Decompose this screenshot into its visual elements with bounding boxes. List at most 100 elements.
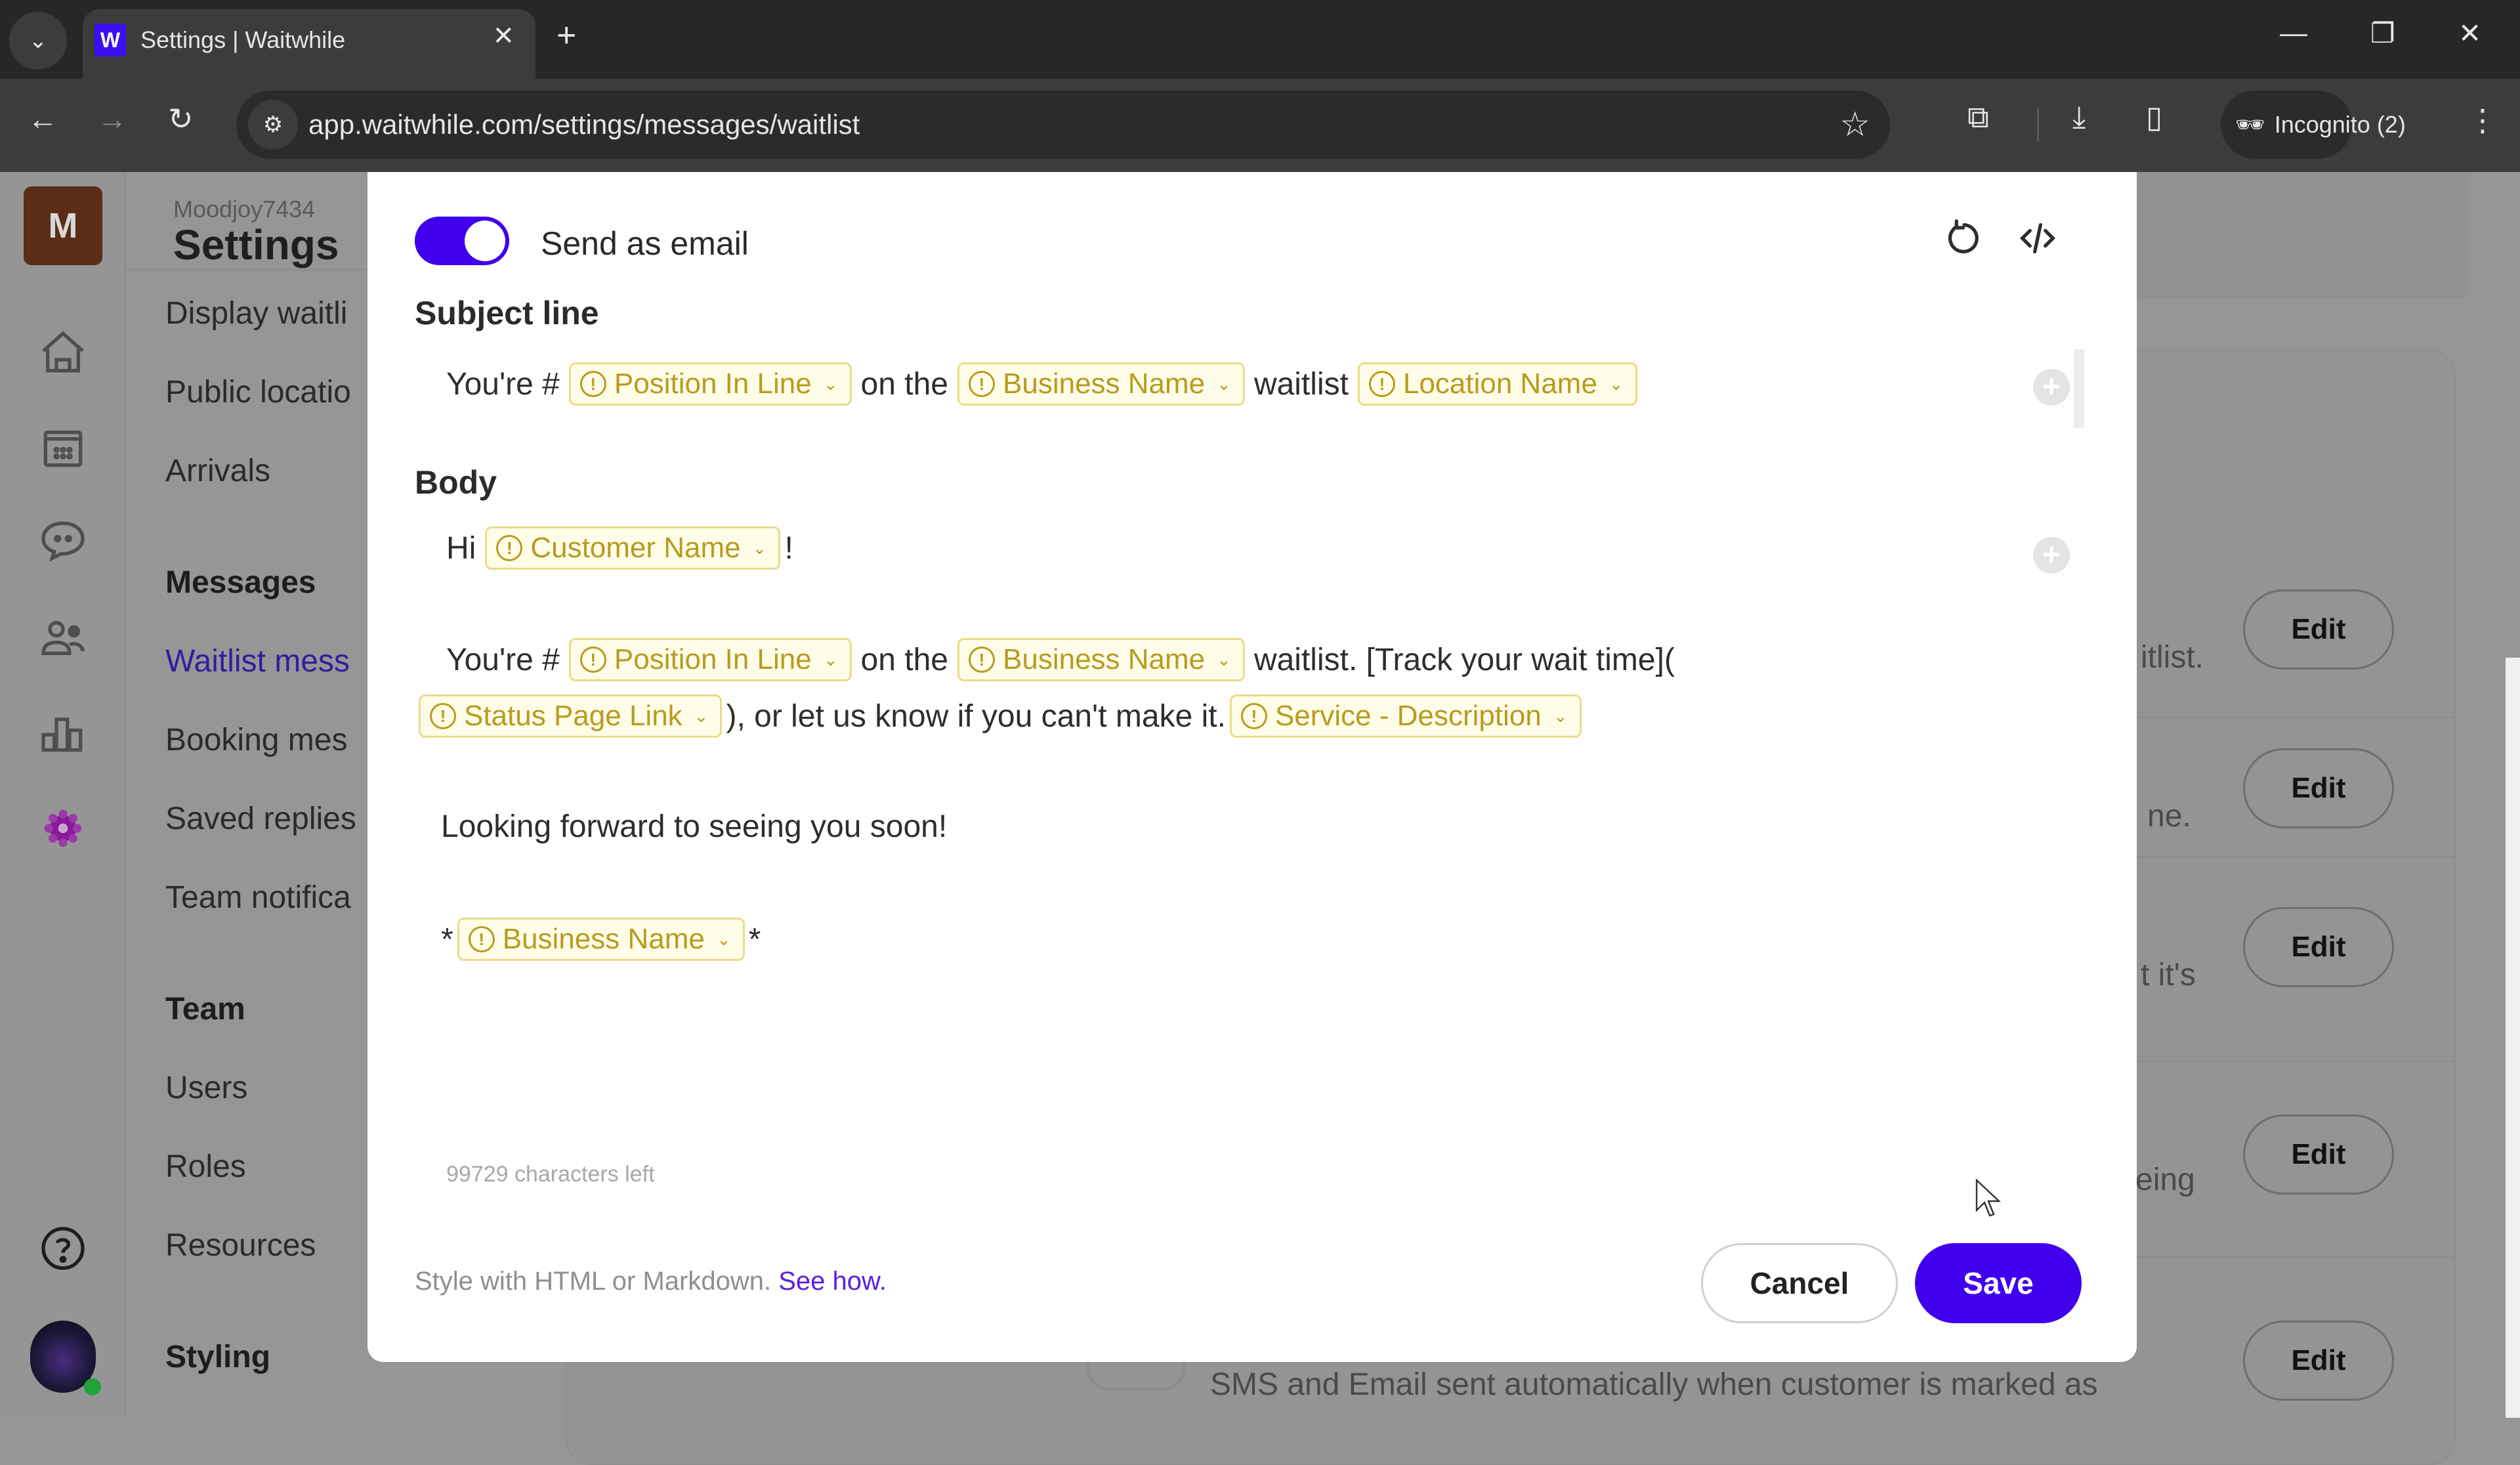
tab-title: Settings | Waitwhile	[140, 26, 346, 53]
minimize-icon[interactable]: —	[2280, 17, 2307, 49]
body-editor[interactable]: Hi ! Customer Name ⌄ ! You're # ! Position …	[415, 520, 2088, 1189]
analytics-icon[interactable]	[37, 706, 89, 759]
waitwhile-favicon-icon: W	[94, 24, 126, 56]
browser-toolbar: ← → ↻ ⚙ app.waitwhile.com/settings/messa…	[0, 79, 2520, 172]
warning-icon: !	[579, 371, 606, 397]
mouse-cursor-icon	[1975, 1179, 2002, 1217]
variable-chip[interactable]: ! Service - Description ⌄	[1229, 694, 1582, 738]
edit-button[interactable]: Edit	[2243, 589, 2394, 669]
subject-scrollbar[interactable]	[2074, 349, 2084, 428]
variable-chip[interactable]: ! Status Page Link ⌄	[419, 694, 723, 738]
subnav-item-public-location[interactable]: Public locatio	[165, 374, 351, 410]
download-icon[interactable]: ⤓	[2072, 98, 2086, 135]
home-icon[interactable]	[37, 327, 89, 379]
subnav-item-resources[interactable]: Resources	[165, 1227, 316, 1263]
chip-label: Location Name	[1402, 368, 1597, 400]
variable-chip[interactable]: ! Customer Name ⌄	[485, 526, 781, 570]
variable-chip[interactable]: ! Business Name ⌄	[957, 638, 1245, 681]
edit-button[interactable]: Edit	[2243, 748, 2394, 828]
row-description: t it's	[2141, 958, 2196, 992]
chevron-down-icon: ⌄	[1553, 706, 1568, 726]
icon-rail: M	[0, 172, 126, 1418]
variable-chip[interactable]: ! Position In Line ⌄	[568, 362, 852, 406]
subject-text: You're #	[446, 366, 560, 402]
warning-icon: !	[430, 703, 456, 729]
chip-label: Business Name	[502, 923, 705, 955]
code-view-icon[interactable]	[2015, 215, 2061, 261]
add-variable-icon[interactable]: +	[2033, 369, 2070, 406]
settings-icon[interactable]	[37, 802, 89, 855]
chevron-down-icon: ⌄	[1217, 373, 1231, 394]
subnav-item-booking-messages[interactable]: Booking mes	[165, 722, 347, 758]
subnav-item-arrivals[interactable]: Arrivals	[165, 453, 270, 489]
variable-chip[interactable]: ! Business Name ⌄	[957, 362, 1245, 406]
body-line: Looking forward to seeing you soon!	[441, 809, 947, 845]
send-as-email-toggle[interactable]	[415, 217, 509, 265]
side-panel-icon[interactable]: ▯	[2146, 98, 2162, 135]
browser-tab[interactable]: W Settings | Waitwhile ✕	[83, 9, 536, 79]
save-button[interactable]: Save	[1915, 1243, 2082, 1323]
chat-icon[interactable]	[37, 515, 89, 567]
org-name: Moodjoy7434	[173, 196, 316, 223]
see-how-link[interactable]: See how.	[778, 1267, 887, 1296]
address-bar[interactable]: ⚙ app.waitwhile.com/settings/messages/wa…	[236, 91, 1890, 159]
warning-icon: !	[468, 926, 495, 952]
incognito-indicator[interactable]: 🕶 Incognito (2)	[2221, 91, 2406, 159]
forward-icon[interactable]: →	[97, 104, 127, 134]
body-text: waitlist. [Track your wait time](	[1253, 642, 1675, 677]
incognito-label: Incognito (2)	[2274, 111, 2406, 138]
tab-search-button[interactable]: ⌄	[9, 12, 67, 70]
help-icon[interactable]	[37, 1222, 89, 1275]
url-text[interactable]: app.waitwhile.com/settings/messages/wait…	[308, 109, 860, 140]
tab-close-icon[interactable]: ✕	[492, 21, 514, 51]
variable-chip[interactable]: ! Location Name ⌄	[1357, 362, 1637, 406]
subnav-section-team: Team	[165, 992, 245, 1027]
body-text: *	[748, 922, 761, 957]
reset-icon[interactable]	[1941, 215, 1987, 261]
org-avatar[interactable]: M	[24, 186, 102, 265]
page-title: Settings	[173, 221, 339, 268]
variable-chip[interactable]: ! Business Name ⌄	[457, 918, 745, 961]
users-icon[interactable]	[37, 612, 89, 664]
subject-editor[interactable]: You're # ! Position In Line ⌄ on the ! Busi…	[415, 348, 2088, 427]
edit-button[interactable]: Edit	[2243, 1115, 2394, 1195]
window-close-icon[interactable]: ✕	[2458, 17, 2481, 49]
warning-icon: !	[579, 647, 606, 673]
characters-left: 99729 characters left	[446, 1162, 655, 1187]
chevron-down-icon: ⌄	[28, 28, 48, 53]
subnav-item-saved-replies[interactable]: Saved replies	[165, 801, 356, 837]
subnav-item-team-notifications[interactable]: Team notifica	[165, 880, 351, 916]
variable-chip[interactable]: ! Position In Line ⌄	[568, 638, 852, 681]
extensions-icon[interactable]: ⧉	[1967, 98, 1989, 135]
edit-button[interactable]: Edit	[2243, 1321, 2394, 1401]
subject-line-label: Subject line	[415, 295, 599, 331]
bookmark-star-icon[interactable]: ☆	[1839, 105, 1870, 144]
edit-button[interactable]: Edit	[2243, 907, 2394, 987]
edit-message-modal: Send as email Subject line You're # ! Pos…	[368, 172, 2137, 1362]
online-status-dot	[84, 1378, 101, 1395]
subnav-item-waitlist-messages[interactable]: Waitlist mess	[165, 643, 350, 679]
warning-icon: !	[496, 535, 523, 561]
subnav-item-users[interactable]: Users	[165, 1070, 247, 1106]
chip-label: Status Page Link	[464, 700, 682, 732]
chevron-down-icon: ⌄	[716, 929, 731, 949]
chip-label: Customer Name	[530, 532, 741, 564]
add-variable-icon[interactable]: +	[2033, 537, 2070, 574]
toolbar-divider	[2037, 108, 2039, 142]
calendar-icon[interactable]	[37, 421, 89, 474]
row-description: itlist.	[2141, 640, 2204, 675]
subnav-item-roles[interactable]: Roles	[165, 1149, 246, 1185]
reload-icon[interactable]: ↻	[168, 104, 194, 134]
chevron-down-icon: ⌄	[823, 649, 838, 669]
site-info-icon[interactable]: ⚙	[248, 100, 298, 150]
restore-icon[interactable]: ❐	[2370, 17, 2395, 49]
style-hint: Style with HTML or Markdown. See how.	[415, 1267, 887, 1296]
subnav-item-display-waitlist[interactable]: Display waitli	[165, 295, 347, 331]
send-as-email-label: Send as email	[541, 225, 749, 262]
new-tab-button[interactable]: +	[556, 18, 576, 53]
page-scrollbar[interactable]	[2506, 658, 2520, 1418]
subnav-section-messages: Messages	[165, 565, 316, 600]
back-icon[interactable]: ←	[28, 104, 58, 134]
cancel-button[interactable]: Cancel	[1701, 1243, 1898, 1323]
browser-menu-icon[interactable]: ⋮	[2468, 105, 2498, 135]
